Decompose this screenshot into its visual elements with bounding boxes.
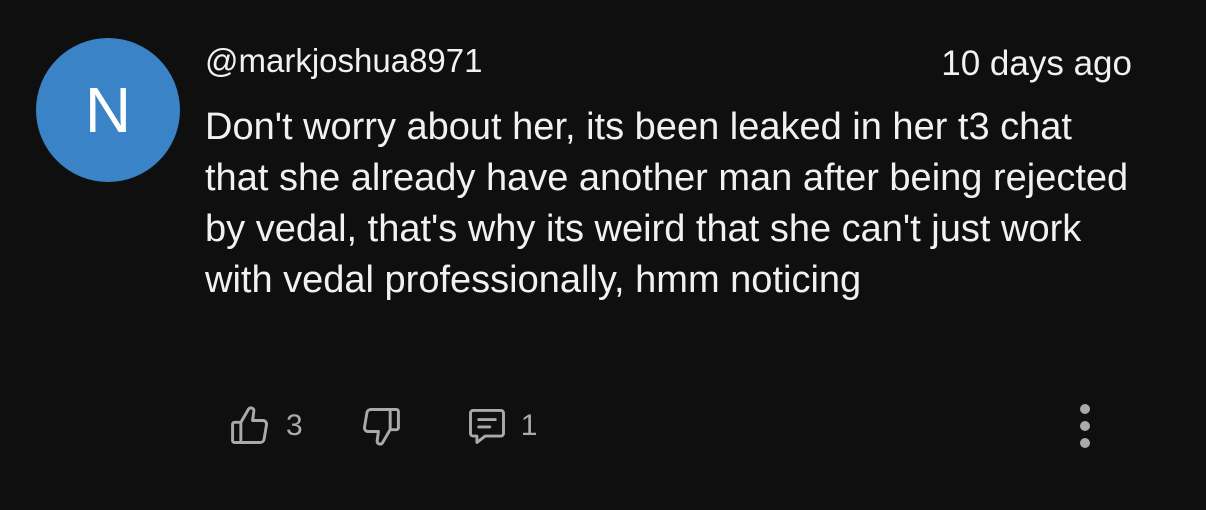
comment-actions: 3 1 bbox=[228, 403, 537, 449]
reply-count: 1 bbox=[520, 409, 538, 442]
dislike-button[interactable] bbox=[359, 404, 403, 448]
comment-icon bbox=[465, 404, 509, 448]
thumbs-down-icon bbox=[359, 404, 403, 448]
thumbs-up-icon bbox=[228, 404, 272, 448]
comment-author[interactable]: @markjoshua8971 bbox=[205, 42, 483, 80]
avatar[interactable]: N bbox=[36, 38, 180, 182]
comment-text: Don't worry about her, its been leaked i… bbox=[205, 106, 1129, 301]
more-options-button[interactable] bbox=[1067, 400, 1103, 456]
like-count: 3 bbox=[286, 409, 303, 442]
reply-button[interactable]: 1 bbox=[465, 404, 538, 448]
avatar-letter: N bbox=[84, 74, 132, 146]
comment-timestamp: 10 days ago bbox=[941, 44, 1132, 83]
like-button[interactable]: 3 bbox=[228, 404, 303, 448]
more-vertical-icon bbox=[1075, 401, 1095, 456]
